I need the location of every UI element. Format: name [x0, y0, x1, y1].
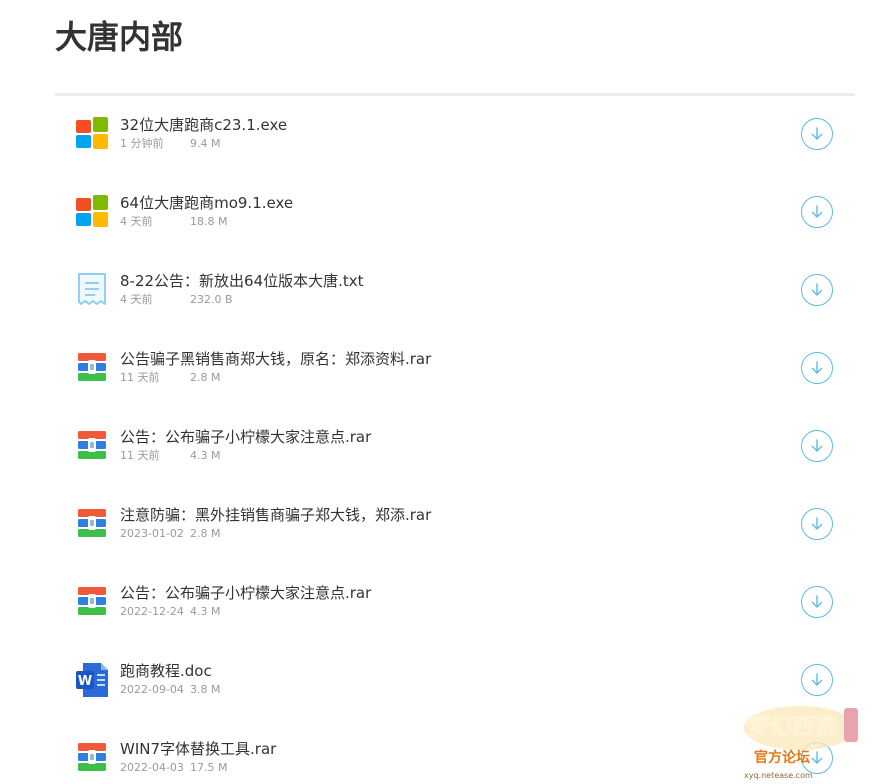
file-list: 32位大唐跑商c23.1.exe 1 分钟前 9.4 M 64位大唐跑商mo9.1.e… [55, 96, 855, 784]
file-meta: 4 天前 232.0 B [120, 293, 233, 307]
file-size: 9.4 M [190, 137, 221, 150]
download-button[interactable] [801, 586, 833, 618]
file-size: 232.0 B [190, 293, 233, 306]
file-name[interactable]: 8-22公告：新放出64位版本大唐.txt [120, 271, 364, 291]
file-date: 2022-04-03 [120, 761, 184, 774]
file-name[interactable]: 64位大唐跑商mo9.1.exe [120, 193, 293, 213]
file-row[interactable]: 32位大唐跑商c23.1.exe 1 分钟前 9.4 M [55, 96, 855, 174]
archive-icon [75, 583, 109, 621]
file-name[interactable]: 32位大唐跑商c23.1.exe [120, 115, 287, 135]
file-meta: 2023-01-02 2.8 M [120, 527, 220, 541]
file-size: 4.3 M [190, 449, 221, 462]
file-date: 2022-12-24 [120, 605, 184, 618]
file-name[interactable]: WIN7字体替换工具.rar [120, 739, 276, 759]
file-meta: 1 分钟前 9.4 M [120, 137, 220, 151]
file-name[interactable]: 注意防骗：黑外挂销售商骗子郑大钱，郑添.rar [120, 505, 431, 525]
archive-icon [75, 739, 109, 777]
download-button[interactable] [801, 664, 833, 696]
file-meta: 2022-09-04 3.8 M [120, 683, 220, 697]
file-row[interactable]: 公告骗子黑销售商郑大钱，原名：郑添资料.rar 11 天前 2.8 M [55, 330, 855, 408]
file-meta: 11 天前 4.3 M [120, 449, 220, 463]
page: 大唐内部 32位大唐跑商c23.1.exe 1 分钟前 9.4 M 64位大唐跑商mo… [0, 0, 887, 784]
word-doc-icon: W [75, 661, 109, 699]
download-button[interactable] [801, 352, 833, 384]
file-name[interactable]: 跑商教程.doc [120, 661, 212, 681]
download-button[interactable] [801, 430, 833, 462]
file-name[interactable]: 公告骗子黑销售商郑大钱，原名：郑添资料.rar [120, 349, 431, 369]
file-date: 4 天前 [120, 215, 153, 228]
download-button[interactable] [801, 196, 833, 228]
file-date: 11 天前 [120, 449, 160, 462]
file-size: 4.3 M [190, 605, 221, 618]
file-row[interactable]: WIN7字体替换工具.rar 2022-04-03 17.5 M [55, 720, 855, 784]
file-date: 2023-01-02 [120, 527, 184, 540]
file-name[interactable]: 公告：公布骗子小柠檬大家注意点.rar [120, 583, 371, 603]
file-size: 17.5 M [190, 761, 228, 774]
watermark-sub-text: 官方论坛 [754, 749, 810, 766]
file-size: 2.8 M [190, 527, 221, 540]
file-name[interactable]: 公告：公布骗子小柠檬大家注意点.rar [120, 427, 371, 447]
file-row[interactable]: 公告：公布骗子小柠檬大家注意点.rar 11 天前 4.3 M [55, 408, 855, 486]
archive-icon [75, 505, 109, 543]
file-size: 2.8 M [190, 371, 221, 384]
file-row[interactable]: 64位大唐跑商mo9.1.exe 4 天前 18.8 M [55, 174, 855, 252]
file-row[interactable]: 8-22公告：新放出64位版本大唐.txt 4 天前 232.0 B [55, 252, 855, 330]
file-meta: 2022-04-03 17.5 M [120, 761, 227, 775]
download-button[interactable] [801, 508, 833, 540]
file-meta: 2022-12-24 4.3 M [120, 605, 220, 619]
file-date: 1 分钟前 [120, 137, 164, 150]
file-row[interactable]: W 跑商教程.doc 2022-09-04 3.8 M [55, 642, 855, 720]
file-date: 11 天前 [120, 371, 160, 384]
archive-icon [75, 349, 109, 387]
watermark-url-text: xyq.netease.com [744, 771, 813, 780]
file-row[interactable]: 公告：公布骗子小柠檬大家注意点.rar 2022-12-24 4.3 M [55, 564, 855, 642]
watermark-logo: 梦幻西游 官方论坛 xyq.netease.com [740, 698, 866, 782]
file-size: 18.8 M [190, 215, 228, 228]
download-button[interactable] [801, 274, 833, 306]
text-file-icon [75, 271, 109, 309]
windows-icon [75, 193, 109, 231]
watermark-logo-text: 梦幻西游 [748, 714, 836, 740]
page-title: 大唐内部 [55, 18, 184, 56]
file-meta: 11 天前 2.8 M [120, 371, 220, 385]
windows-icon [75, 115, 109, 153]
svg-text:W: W [78, 674, 92, 689]
file-meta: 4 天前 18.8 M [120, 215, 227, 229]
file-date: 2022-09-04 [120, 683, 184, 696]
download-button[interactable] [801, 118, 833, 150]
file-date: 4 天前 [120, 293, 153, 306]
file-size: 3.8 M [190, 683, 221, 696]
file-row[interactable]: 注意防骗：黑外挂销售商骗子郑大钱，郑添.rar 2023-01-02 2.8 M [55, 486, 855, 564]
archive-icon [75, 427, 109, 465]
